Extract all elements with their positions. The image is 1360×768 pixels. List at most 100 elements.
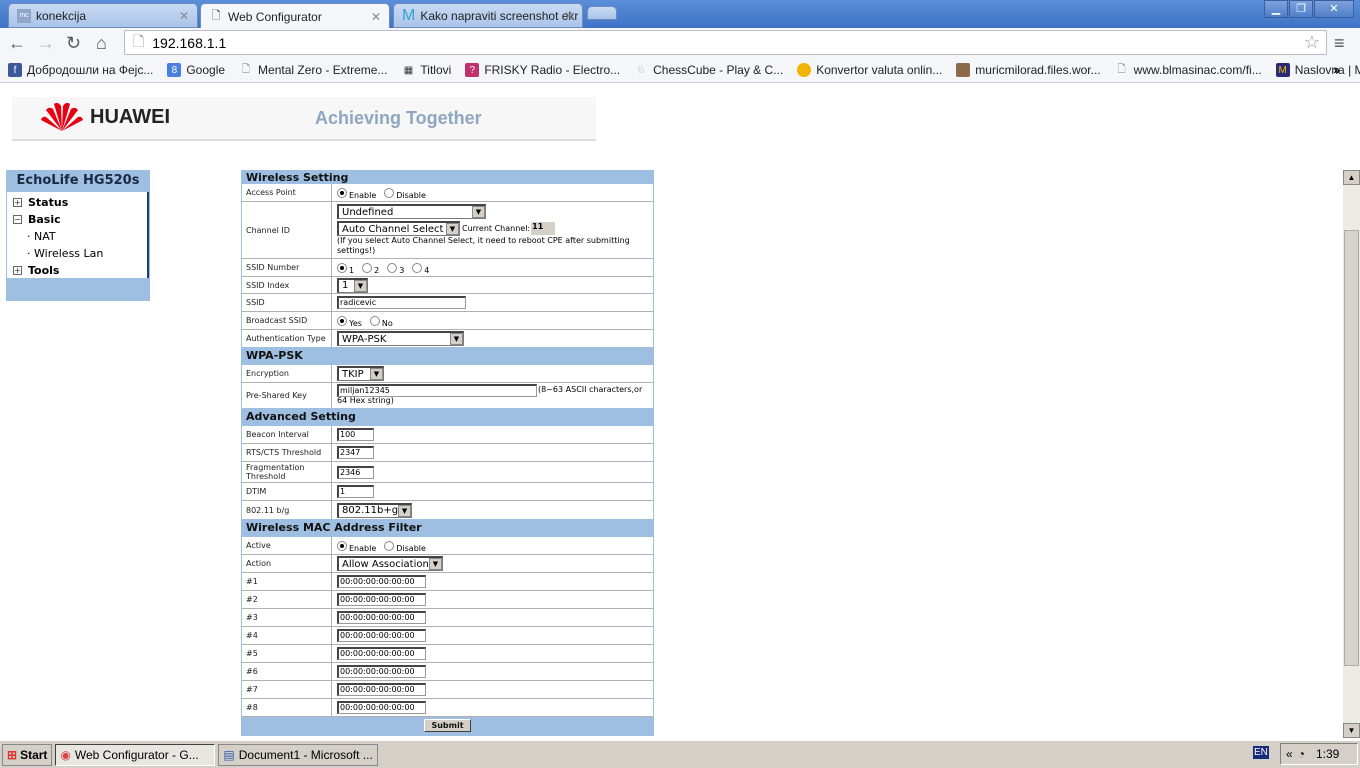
address-bar[interactable]: 🗋 192.168.1.1 ☆ xyxy=(124,30,1327,55)
collapse-icon[interactable]: − xyxy=(13,215,22,224)
bookmarks-bar: f Добродошли на Фејс... 8 Google 🗋 Mental Z… xyxy=(0,58,1360,83)
mac-address-input[interactable]: 00:00:00:00:00:00 xyxy=(337,575,426,588)
mac-address-input[interactable]: 00:00:00:00:00:00 xyxy=(337,701,426,714)
mac-disable-radio[interactable] xyxy=(384,540,395,551)
tab-web-configurator[interactable]: 🗋 Web Configurator ✕ xyxy=(200,3,390,29)
chevron-down-icon: ▼ xyxy=(472,206,485,218)
page-icon: 🗋 xyxy=(1117,63,1126,75)
broadcast-ssid-label: Broadcast SSID xyxy=(242,312,332,329)
volume-icon[interactable]: ◔ xyxy=(1298,747,1305,761)
vertical-scrollbar[interactable]: ▲ ▼ xyxy=(1343,170,1360,738)
auth-type-select[interactable]: WPA-PSK ▼ xyxy=(337,331,464,346)
bookmark[interactable]: 🗋 www.blmasinac.com/fi... xyxy=(1115,63,1262,77)
page-icon: 🗋 xyxy=(242,63,251,75)
ssid-number-radio-2[interactable] xyxy=(362,262,373,273)
frag-input[interactable]: 2346 xyxy=(337,465,374,479)
sidebar-item-status[interactable]: + Status xyxy=(7,194,147,211)
broadcast-no-radio[interactable] xyxy=(369,315,380,326)
expand-icon[interactable]: + xyxy=(13,198,22,207)
forward-icon[interactable]: → xyxy=(37,33,55,54)
broadcast-yes-radio[interactable] xyxy=(337,315,347,326)
mac-address-input[interactable]: 00:00:00:00:00:00 xyxy=(337,647,426,660)
start-button[interactable]: ⊞ Start xyxy=(2,743,53,766)
channel-select[interactable]: Auto Channel Select ▼ xyxy=(337,221,460,236)
clock: 1:39 xyxy=(1315,747,1340,761)
sidebar-item-tools[interactable]: + Tools xyxy=(7,262,147,279)
current-channel-label: Current Channel: xyxy=(462,224,531,233)
mac-address-input[interactable]: 00:00:00:00:00:00 xyxy=(337,611,426,624)
wireless-form: Wireless Setting Access Point Enable Disab… xyxy=(241,170,654,736)
reload-icon[interactable]: ↻ xyxy=(66,33,81,54)
m-icon: M xyxy=(402,6,416,24)
mac-address-input[interactable]: 00:00:00:00:00:00 xyxy=(337,629,426,642)
bookmark[interactable]: 8 Google xyxy=(167,63,225,77)
brand-name: HUAWEI xyxy=(90,106,170,128)
ssid-input[interactable]: radicevic xyxy=(337,296,466,309)
auth-type-label: Authentication Type xyxy=(242,330,332,347)
ssid-index-select[interactable]: 1 ▼ xyxy=(337,277,368,293)
bookmark[interactable]: MNaslovna | Mozzart Bet xyxy=(1275,63,1360,77)
ssid-number-radio-4[interactable] xyxy=(412,262,423,273)
bookmark[interactable]: ▦ Titlovi xyxy=(401,63,452,77)
mac-enable-radio[interactable] xyxy=(337,540,347,551)
home-icon[interactable]: ⌂ xyxy=(96,33,107,54)
dtim-input[interactable]: 1 xyxy=(337,485,374,498)
sidebar-item-nat[interactable]: · NAT xyxy=(7,228,147,245)
bookmark[interactable]: 🗋 Mental Zero - Extreme... xyxy=(239,63,387,77)
tray-expand-icon[interactable]: « xyxy=(1286,747,1293,761)
bookmark[interactable]: ? FRISKY Radio - Electro... xyxy=(465,63,620,77)
close-tab-icon[interactable]: ✕ xyxy=(179,9,189,23)
bookmark[interactable]: f Добродошли на Фејс... xyxy=(8,63,153,77)
more-bookmarks-icon[interactable]: » xyxy=(1333,63,1340,77)
mac-address-input[interactable]: 00:00:00:00:00:00 xyxy=(337,683,426,696)
region-select[interactable]: Undefined ▼ xyxy=(337,204,486,219)
bookmark[interactable]: ♘ ChessCube - Play & C... xyxy=(634,63,784,77)
restore-icon[interactable]: ❐ xyxy=(1289,0,1313,18)
rts-input[interactable]: 2347 xyxy=(337,446,374,459)
frisky-icon: ? xyxy=(465,63,480,77)
language-indicator[interactable]: EN xyxy=(1253,746,1269,759)
menu-icon[interactable]: ≡ xyxy=(1334,33,1345,54)
access-point-enable-radio[interactable] xyxy=(337,187,347,198)
mac-action-select[interactable]: Allow Association ▼ xyxy=(337,556,443,571)
tab-konekcija[interactable]: mc konekcija ✕ xyxy=(8,3,198,28)
mode-select[interactable]: 802.11b+g ▼ xyxy=(337,502,412,518)
taskbar-item-chrome[interactable]: ◉ Web Configurator - G... xyxy=(55,743,216,766)
bookmark-star-icon[interactable]: ☆ xyxy=(1304,32,1320,53)
mac-address-input[interactable]: 00:00:00:00:00:00 xyxy=(337,665,426,678)
sidebar-item-basic[interactable]: − Basic xyxy=(7,211,147,228)
encryption-select[interactable]: TKIP ▼ xyxy=(337,366,384,381)
scroll-up-icon[interactable]: ▲ xyxy=(1343,170,1360,185)
mac-entry-label: #6 xyxy=(242,663,332,680)
access-point-disable-radio[interactable] xyxy=(384,187,395,198)
bookmark[interactable]: Konvertor valuta onlin... xyxy=(797,63,942,77)
close-tab-icon[interactable]: ✕ xyxy=(371,10,381,24)
taskbar-item-word[interactable]: ▤ Document1 - Microsoft ... xyxy=(218,743,379,766)
avatar-icon xyxy=(956,63,971,77)
mac-entry-row: #7 00:00:00:00:00:00 xyxy=(242,681,653,699)
minimize-icon[interactable]: ▁ xyxy=(1264,0,1288,18)
beacon-input[interactable]: 100 xyxy=(337,428,374,441)
scrollbar-thumb[interactable] xyxy=(1344,230,1359,666)
mac-address-input[interactable]: 00:00:00:00:00:00 xyxy=(337,593,426,606)
scroll-down-icon[interactable]: ▼ xyxy=(1343,723,1360,738)
expand-icon[interactable]: + xyxy=(13,266,22,275)
beacon-label: Beacon Interval xyxy=(242,426,332,443)
new-tab-button[interactable] xyxy=(587,6,617,20)
section-wireless-setting: Wireless Setting xyxy=(242,171,653,184)
close-window-icon[interactable]: ✕ xyxy=(1314,0,1354,18)
tab-kako-napraviti[interactable]: M Kako napraviti screenshot ekr ✕ xyxy=(393,3,583,28)
ssid-number-radio-1[interactable] xyxy=(337,262,347,273)
radio-label: Enable xyxy=(349,191,377,200)
sidebar-item-wireless-lan[interactable]: · Wireless Lan xyxy=(7,245,147,262)
back-icon[interactable]: ← xyxy=(8,33,26,54)
ssid-number-radio-3[interactable] xyxy=(387,262,398,273)
submit-button[interactable]: Submit xyxy=(424,719,471,732)
mac-entry-row: #2 00:00:00:00:00:00 xyxy=(242,591,653,609)
windows-icon: ⊞ xyxy=(7,747,18,762)
facebook-icon: f xyxy=(8,63,22,77)
close-tab-icon[interactable]: ✕ xyxy=(564,9,574,23)
taskbar: ⊞ Start ◉ Web Configurator - G... ▤ Documen… xyxy=(0,740,1360,768)
psk-label: Pre-Shared Key xyxy=(242,383,332,408)
bookmark[interactable]: muricmilorad.files.wor... xyxy=(956,63,1101,77)
